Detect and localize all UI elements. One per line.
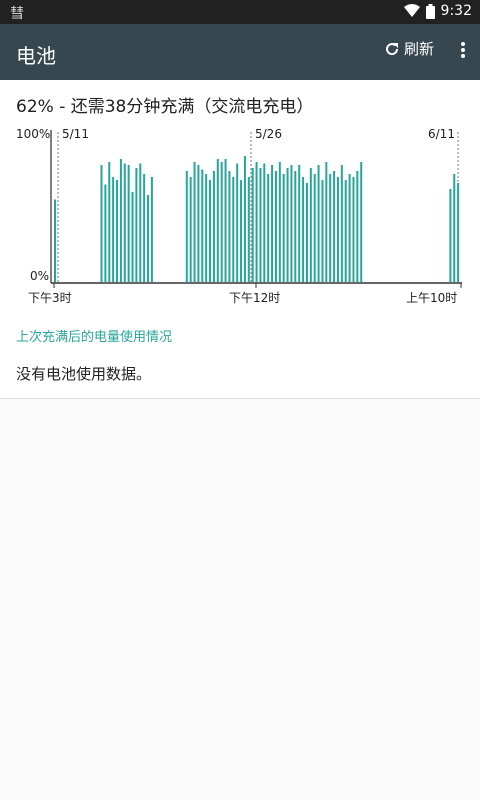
chart-bar xyxy=(302,177,305,282)
more-options-button[interactable] xyxy=(460,40,466,64)
refresh-button[interactable]: 刷新 xyxy=(384,38,434,59)
chart-bar xyxy=(317,165,320,282)
chart-bar xyxy=(139,163,142,282)
chart-bar xyxy=(282,174,285,282)
no-data-message: 没有电池使用数据。 xyxy=(16,365,152,383)
status-icons: 9:32 xyxy=(403,3,472,19)
battery-history-chart[interactable]: 100% 0% 5/11 5/26 6/11 下午3时 下午12时 上午10时 xyxy=(0,120,480,320)
chart-bar xyxy=(100,165,103,282)
chart-bar xyxy=(259,168,262,282)
chart-bar xyxy=(449,189,452,282)
chart-bar xyxy=(147,195,150,282)
chart-bar xyxy=(127,165,130,282)
y-tick-label-bottom: 0% xyxy=(30,269,49,283)
chart-bar xyxy=(344,180,347,282)
chart-bar xyxy=(274,171,277,282)
battery-icon xyxy=(425,3,435,19)
chart-bar xyxy=(54,199,56,282)
chart-bar xyxy=(247,177,250,282)
chart-bar xyxy=(135,168,138,282)
clock: 9:32 xyxy=(440,3,472,19)
chart-bar xyxy=(294,171,297,282)
app-bar: 电池 刷新 xyxy=(0,24,480,80)
chart-bar xyxy=(352,177,355,282)
chart-bar xyxy=(360,162,363,282)
chart-bar xyxy=(305,183,308,282)
chart-bar xyxy=(193,162,196,282)
chart-bar xyxy=(243,156,246,282)
chart-bar xyxy=(313,174,316,282)
chart-bar xyxy=(340,165,343,282)
chart-bar xyxy=(321,180,324,282)
y-tick-label-top: 100% xyxy=(16,127,50,141)
chart-bar xyxy=(209,180,212,282)
chart-bar xyxy=(348,174,351,282)
chart-bar xyxy=(220,162,223,282)
chart-bar xyxy=(251,168,254,282)
chart-bar xyxy=(267,174,270,282)
chart-bar xyxy=(333,171,336,282)
chart-bar xyxy=(290,165,293,282)
notification-icon: 彗 xyxy=(10,6,24,22)
chart-bar xyxy=(336,177,339,282)
date-marker-label: 5/11 xyxy=(62,127,89,141)
chart-bar xyxy=(325,162,328,282)
chart-bar xyxy=(123,163,126,282)
chart-bar xyxy=(271,165,274,282)
chart-bar xyxy=(104,184,107,282)
chart-bar xyxy=(298,165,301,282)
chart-bar xyxy=(212,171,215,282)
chart-bar xyxy=(108,162,111,282)
chart-bar xyxy=(255,162,258,282)
x-tick-label: 下午12时 xyxy=(229,291,280,305)
page-title: 电池 xyxy=(16,44,56,68)
chart-bar xyxy=(205,174,208,282)
chart-bar xyxy=(143,174,146,282)
chart-bar xyxy=(112,177,115,282)
date-marker-label: 6/11 xyxy=(428,127,455,141)
refresh-icon xyxy=(386,42,398,55)
chart-bar xyxy=(286,168,289,282)
chart-bar xyxy=(228,171,231,282)
x-tick-label: 下午3时 xyxy=(28,291,72,305)
chart-bar xyxy=(119,159,122,282)
chart-bar xyxy=(197,165,200,282)
chart-bar xyxy=(224,159,227,282)
chart-bars xyxy=(54,156,460,282)
x-tick-label: 上午10时 xyxy=(406,291,457,305)
chart-bar xyxy=(150,177,153,282)
more-vert-icon xyxy=(461,42,465,58)
battery-card: 62% - 还需38分钟充满（交流电充电） 100% 0% 5/11 5/26 … xyxy=(0,80,480,399)
chart-bar xyxy=(356,171,359,282)
refresh-label: 刷新 xyxy=(403,40,434,58)
chart-bar xyxy=(309,168,312,282)
wifi-icon xyxy=(403,4,420,17)
chart-bar xyxy=(329,174,332,282)
battery-status-headline: 62% - 还需38分钟充满（交流电充电） xyxy=(16,97,314,117)
chart-bar xyxy=(457,183,460,282)
date-marker-label: 5/26 xyxy=(255,127,282,141)
chart-bar xyxy=(189,177,192,282)
chart-bar xyxy=(236,163,239,282)
chart-bar xyxy=(131,192,134,282)
chart-bar xyxy=(263,163,266,282)
status-bar: 彗 9:32 xyxy=(0,0,480,24)
chart-bar xyxy=(453,174,456,282)
chart-bar xyxy=(232,177,235,282)
chart-bar xyxy=(278,162,281,282)
chart-bar xyxy=(240,180,243,282)
chart-bar xyxy=(201,169,204,282)
usage-since-full-charge-title: 上次充满后的电量使用情况 xyxy=(16,330,173,345)
chart-bar xyxy=(185,171,188,282)
chart-bar xyxy=(216,159,219,282)
chart-bar xyxy=(116,180,119,282)
